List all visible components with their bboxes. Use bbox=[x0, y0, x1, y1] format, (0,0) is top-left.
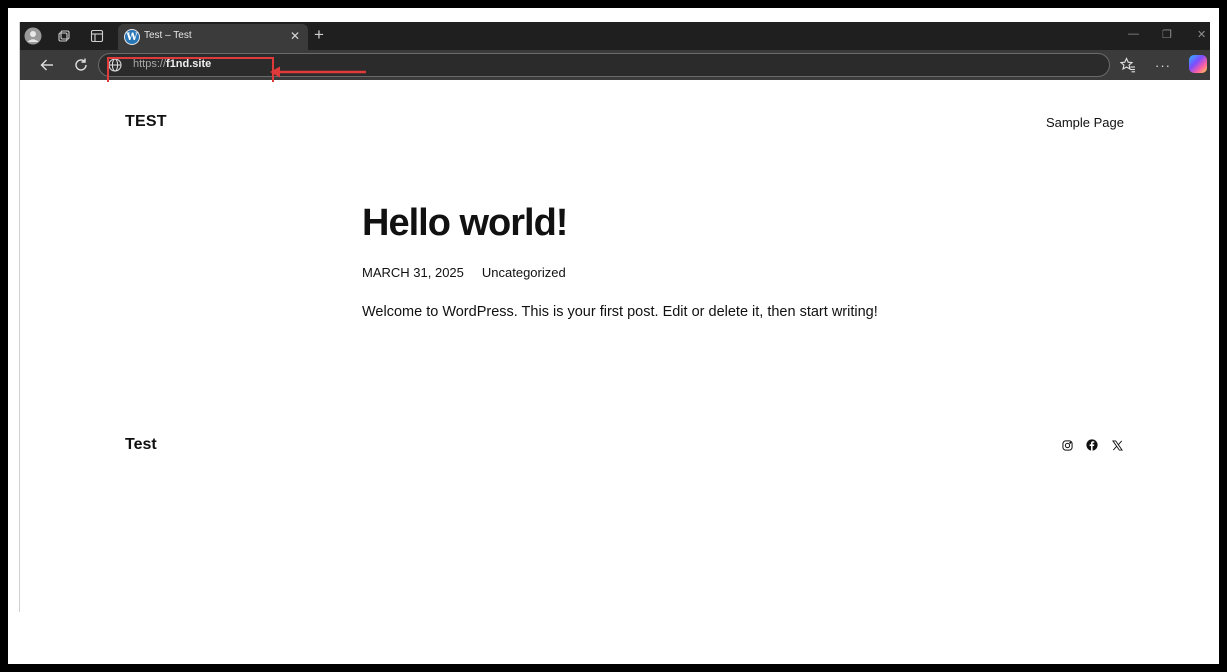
site-title[interactable]: TEST bbox=[125, 113, 167, 131]
back-icon[interactable] bbox=[36, 54, 58, 76]
new-tab-button[interactable]: + bbox=[314, 26, 324, 44]
tab-strip: W Test – Test ✕ + — ❐ ✕ bbox=[20, 22, 1210, 50]
post-title[interactable]: Hello world! bbox=[362, 202, 568, 245]
web-page: TEST Sample Page Hello world! MARCH 31, … bbox=[20, 82, 1210, 612]
browser-window: W Test – Test ✕ + — ❐ ✕ https://f1nd.sit… bbox=[19, 22, 1210, 612]
post-meta: MARCH 31, 2025 Uncategorized bbox=[362, 265, 566, 280]
restore-icon[interactable]: ❐ bbox=[1162, 28, 1172, 41]
post-date[interactable]: MARCH 31, 2025 bbox=[362, 265, 464, 280]
tab-actions-icon[interactable] bbox=[86, 26, 108, 46]
post-category[interactable]: Uncategorized bbox=[482, 265, 566, 280]
footer-site-title[interactable]: Test bbox=[125, 436, 157, 454]
close-window-icon[interactable]: ✕ bbox=[1197, 28, 1206, 41]
favorites-icon[interactable] bbox=[1117, 54, 1139, 76]
tab-title: Test – Test bbox=[144, 30, 192, 41]
instagram-icon[interactable] bbox=[1060, 438, 1074, 452]
close-tab-icon[interactable]: ✕ bbox=[290, 29, 300, 43]
screenshot-frame: W Test – Test ✕ + — ❐ ✕ https://f1nd.sit… bbox=[8, 8, 1219, 664]
nav-link-sample-page[interactable]: Sample Page bbox=[1046, 115, 1124, 130]
copilot-icon[interactable] bbox=[1189, 55, 1207, 73]
minimize-icon[interactable]: — bbox=[1128, 28, 1139, 40]
x-icon[interactable] bbox=[1110, 438, 1124, 452]
wordpress-icon: W bbox=[124, 29, 140, 45]
workspaces-icon[interactable] bbox=[53, 26, 75, 46]
tab-active[interactable]: W Test – Test ✕ bbox=[118, 24, 308, 50]
facebook-icon[interactable] bbox=[1085, 438, 1099, 452]
post-body: Welcome to WordPress. This is your first… bbox=[362, 304, 878, 320]
annotation-arrow-icon bbox=[270, 66, 366, 78]
refresh-icon[interactable] bbox=[70, 54, 92, 76]
more-icon[interactable]: ··· bbox=[1152, 54, 1174, 76]
profile-avatar-icon[interactable] bbox=[22, 26, 44, 46]
